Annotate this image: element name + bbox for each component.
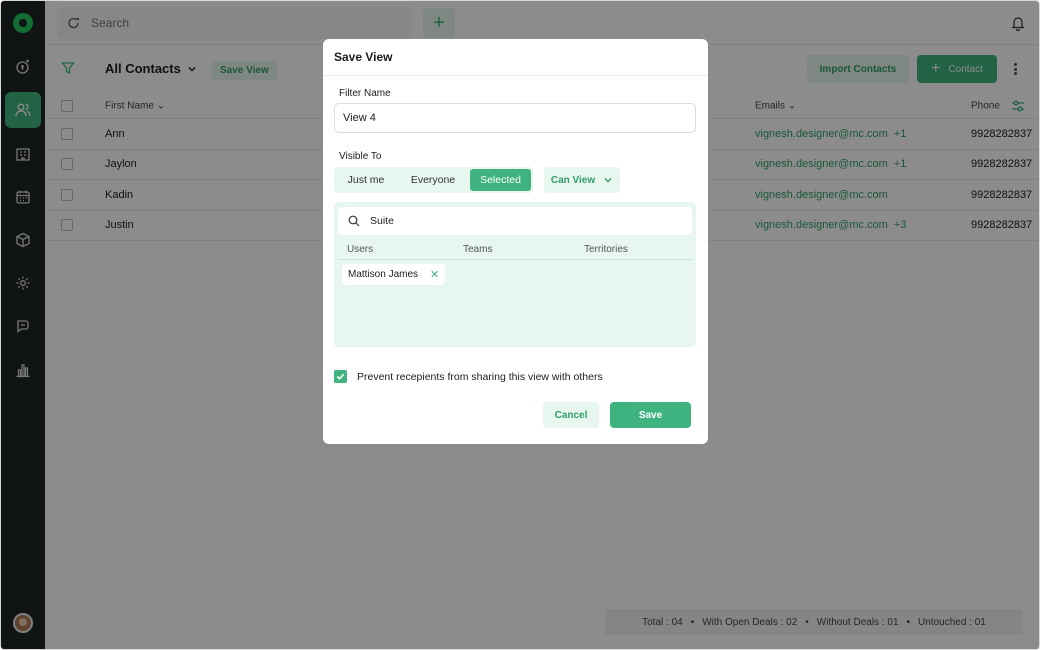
- modal-divider: [323, 75, 708, 76]
- picker-tab-users[interactable]: Users: [347, 244, 373, 255]
- checkmark-icon: [336, 373, 345, 380]
- visibility-option-selected[interactable]: Selected: [470, 169, 531, 191]
- search-icon: [348, 215, 360, 227]
- picker-search-input[interactable]: [370, 215, 670, 227]
- selected-user-name: Mattison James: [348, 269, 419, 280]
- visible-to-label: Visible To: [339, 151, 382, 162]
- selected-user-chip: Mattison James ✕: [342, 264, 446, 285]
- cancel-button[interactable]: Cancel: [543, 402, 599, 428]
- visibility-option-just-me[interactable]: Just me: [336, 169, 396, 191]
- permission-value: Can View: [550, 174, 596, 186]
- picker-tabs-divider: [338, 259, 692, 260]
- visibility-option-everyone[interactable]: Everyone: [396, 169, 470, 191]
- save-button[interactable]: Save: [610, 402, 691, 428]
- save-view-modal: Save View Filter Name Visible To Just me…: [323, 39, 708, 444]
- prevent-sharing-option[interactable]: Prevent recepients from sharing this vie…: [334, 370, 603, 383]
- remove-chip-icon[interactable]: ✕: [430, 268, 439, 281]
- filter-name-input[interactable]: [334, 103, 696, 133]
- prevent-sharing-label: Prevent recepients from sharing this vie…: [357, 370, 603, 383]
- picker-tab-teams[interactable]: Teams: [463, 244, 492, 255]
- permission-dropdown[interactable]: Can View: [544, 167, 620, 193]
- prevent-sharing-checkbox[interactable]: [334, 370, 347, 383]
- chevron-down-icon: [604, 178, 612, 183]
- visibility-segmented-control: Just me Everyone Selected: [334, 167, 533, 193]
- filter-name-label: Filter Name: [339, 88, 391, 99]
- picker-tab-territories[interactable]: Territories: [584, 244, 628, 255]
- picker-search[interactable]: [338, 207, 692, 235]
- share-picker: Users Teams Territories Mattison James ✕: [334, 202, 696, 347]
- modal-title: Save View: [334, 50, 393, 64]
- app-window: + All Contacts Save View Import Contacts…: [0, 0, 1040, 650]
